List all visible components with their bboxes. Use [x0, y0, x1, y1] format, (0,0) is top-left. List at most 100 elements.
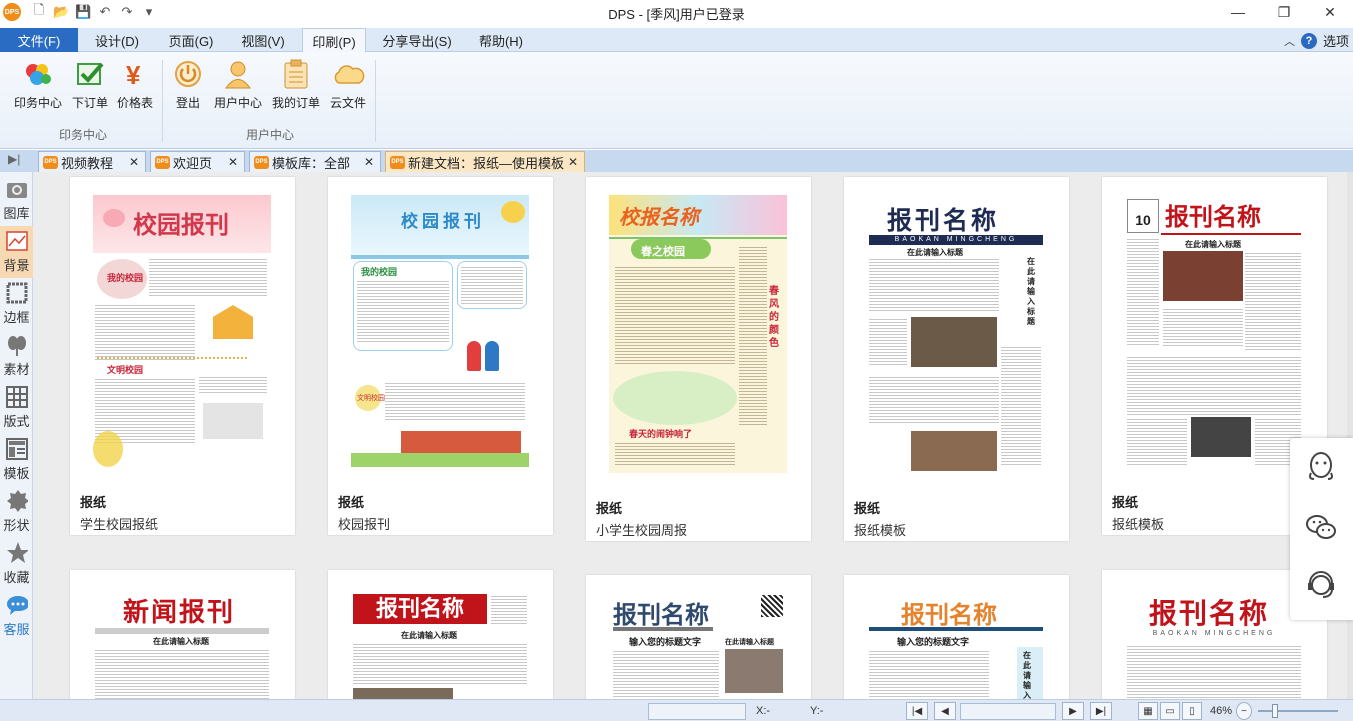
- menu-page[interactable]: 页面(G): [160, 28, 222, 52]
- tab-template-library[interactable]: DPS 模板库：全部 ✕: [249, 151, 381, 172]
- undo-icon[interactable]: ↶: [97, 4, 113, 20]
- cloud-icon: [331, 58, 365, 90]
- first-page-icon[interactable]: |◀: [906, 702, 928, 720]
- double-page-icon[interactable]: ▯: [1182, 702, 1202, 720]
- sidebar-item-template[interactable]: 模板: [0, 434, 33, 486]
- quick-access-toolbar: 🗋 📂 💾 ↶ ↷ ▾: [31, 1, 157, 23]
- template-thumbnail: 报刊名称 BAOKAN MINGCHENG: [1125, 588, 1303, 699]
- star-icon: [6, 542, 28, 564]
- user-icon: [221, 58, 255, 90]
- my-orders-button[interactable]: 我的订单: [268, 58, 324, 114]
- wechat-icon[interactable]: [1304, 510, 1338, 544]
- template-card[interactable]: 报刊名称 输入您的标题文字 在此请输入标题: [586, 575, 811, 699]
- sidebar-item-favorites[interactable]: 收藏: [0, 538, 33, 590]
- restore-icon[interactable]: ❐: [1261, 0, 1307, 24]
- print-center-button[interactable]: 印务中心: [10, 58, 66, 114]
- tab-video-tutorial[interactable]: DPS 视频教程 ✕: [38, 151, 146, 172]
- close-tab-icon[interactable]: ✕: [228, 155, 238, 169]
- ribbon: 印务中心 下订单 ¥ 价格表 印务中心 登出 用户中心 我的订单 云文件 用户中…: [0, 52, 1353, 149]
- menu-help[interactable]: 帮助(H): [470, 28, 532, 52]
- user-center-button[interactable]: 用户中心: [210, 58, 266, 114]
- order-check-icon: [73, 58, 107, 90]
- cloud-files-button[interactable]: 云文件: [320, 58, 376, 114]
- next-page-icon[interactable]: ▶: [1062, 702, 1084, 720]
- menu-view[interactable]: 视图(V): [232, 28, 294, 52]
- collapse-ribbon-icon[interactable]: ︿: [1284, 33, 1295, 49]
- zoom-slider-thumb[interactable]: [1272, 704, 1278, 718]
- sidebar-item-gallery[interactable]: 图库: [0, 174, 33, 226]
- last-page-icon[interactable]: ▶|: [1090, 702, 1112, 720]
- sidebar-item-service[interactable]: 客服: [0, 590, 33, 642]
- sidebar-item-shape[interactable]: 形状: [0, 486, 33, 538]
- material-icon: [6, 334, 28, 356]
- chat-icon: [6, 594, 28, 616]
- page-scroll[interactable]: [960, 703, 1056, 720]
- zoom-out-icon[interactable]: −: [1236, 702, 1252, 720]
- menu-design[interactable]: 设计(D): [86, 28, 148, 52]
- minimize-icon[interactable]: —: [1215, 0, 1261, 24]
- ribbon-separator: [375, 60, 376, 142]
- close-icon[interactable]: ✕: [1307, 0, 1353, 24]
- close-tab-icon[interactable]: ✕: [129, 155, 139, 169]
- prev-page-icon[interactable]: ◀: [934, 702, 956, 720]
- template-card[interactable]: 新闻报刊 在此请输入标题: [70, 570, 295, 699]
- template-thumbnail: 报刊名称 BAOKAN MINGCHENG 在此请输入标题 在此请输入标题: [867, 195, 1045, 473]
- save-icon[interactable]: 💾: [75, 4, 91, 20]
- app-logo[interactable]: DPS: [3, 3, 21, 21]
- logout-button[interactable]: 登出: [160, 58, 216, 114]
- template-thumbnail: 报刊名称 在此请输入标题: [351, 588, 529, 699]
- template-card[interactable]: 报刊名称 在此请输入标题: [328, 570, 553, 699]
- template-thumbnail: 校报名称 春之校园 春风的颜色 春天的闹钟响了: [609, 195, 787, 473]
- template-card[interactable]: 校园报刊 我的校园 文明校园 报纸 校园报刊: [328, 177, 553, 535]
- template-card[interactable]: 报刊名称 BAOKAN MINGCHENG 在此请输入标题 在此请输入标题 报纸…: [844, 177, 1069, 541]
- open-icon[interactable]: 📂: [53, 4, 69, 20]
- yuan-icon: ¥: [118, 58, 152, 90]
- status-field: [648, 703, 746, 720]
- template-card[interactable]: 报刊名称 输入您的标题文字 在此请输入标题: [844, 575, 1069, 699]
- template-thumbnail: 新闻报刊 在此请输入标题: [93, 588, 271, 699]
- print-center-icon: [21, 58, 55, 90]
- sidebar-item-background[interactable]: 背景: [0, 226, 33, 278]
- title-bar: DPS 🗋 📂 💾 ↶ ↷ ▾ DPS - [季风]用户已登录 — ❐ ✕: [0, 0, 1353, 24]
- template-thumbnail: 报刊名称 输入您的标题文字 在此请输入标题: [867, 593, 1045, 699]
- sidebar-item-layout[interactable]: 版式: [0, 382, 33, 434]
- options-button[interactable]: 选项: [1323, 31, 1349, 50]
- page-view-icon[interactable]: ▭: [1160, 702, 1180, 720]
- menu-file[interactable]: 文件(F): [0, 28, 78, 52]
- layout-icon: [5, 386, 28, 408]
- dps-icon: DPS: [155, 155, 170, 169]
- power-icon: [171, 58, 205, 90]
- left-sidebar: 图库 背景 边框 素材 版式 模板 形状 收藏 客服: [0, 172, 33, 699]
- panel-toggle-icon[interactable]: ▶|: [8, 152, 20, 166]
- view-mode-icon[interactable]: ▦: [1138, 702, 1158, 720]
- close-tab-icon[interactable]: ✕: [568, 155, 578, 169]
- qq-icon[interactable]: [1304, 450, 1338, 484]
- tab-welcome[interactable]: DPS 欢迎页 ✕: [150, 151, 245, 172]
- border-icon: [6, 282, 28, 304]
- clipboard-icon: [279, 58, 313, 90]
- dropdown-icon[interactable]: ▾: [141, 4, 157, 20]
- tab-new-document[interactable]: DPS 新建文档：报纸—使用模板 ✕: [385, 151, 585, 172]
- group-label-print: 印务中心: [58, 128, 107, 142]
- sidebar-item-border[interactable]: 边框: [0, 278, 33, 330]
- window-title: DPS - [季风]用户已登录: [608, 7, 745, 22]
- template-thumbnail: 校园报刊 我的校园 文明校园: [351, 195, 529, 467]
- menu-share-export[interactable]: 分享导出(S): [376, 28, 458, 52]
- template-thumbnail: 报刊名称 输入您的标题文字 在此请输入标题: [609, 593, 787, 699]
- close-tab-icon[interactable]: ✕: [364, 155, 374, 169]
- zoom-slider[interactable]: [1258, 710, 1338, 712]
- sidebar-item-material[interactable]: 素材: [0, 330, 33, 382]
- customer-service-icon[interactable]: [1304, 568, 1338, 602]
- new-icon[interactable]: 🗋: [31, 1, 47, 23]
- dps-icon: DPS: [43, 155, 58, 169]
- help-icon[interactable]: ?: [1300, 32, 1317, 49]
- cursor-y: Y:-: [810, 705, 824, 717]
- svg-text:¥: ¥: [126, 60, 141, 88]
- dps-icon: DPS: [254, 155, 269, 169]
- menu-print[interactable]: 印刷(P): [302, 28, 366, 53]
- price-list-button[interactable]: ¥ 价格表: [107, 58, 163, 114]
- template-icon: [5, 438, 28, 460]
- template-card[interactable]: 校报名称 春之校园 春风的颜色 春天的闹钟响了 报纸 小学生校园周报: [586, 177, 811, 541]
- redo-icon[interactable]: ↷: [119, 4, 135, 20]
- template-card[interactable]: 校园报刊 我的校园 文明校园 报纸 学生校园报纸: [70, 177, 295, 535]
